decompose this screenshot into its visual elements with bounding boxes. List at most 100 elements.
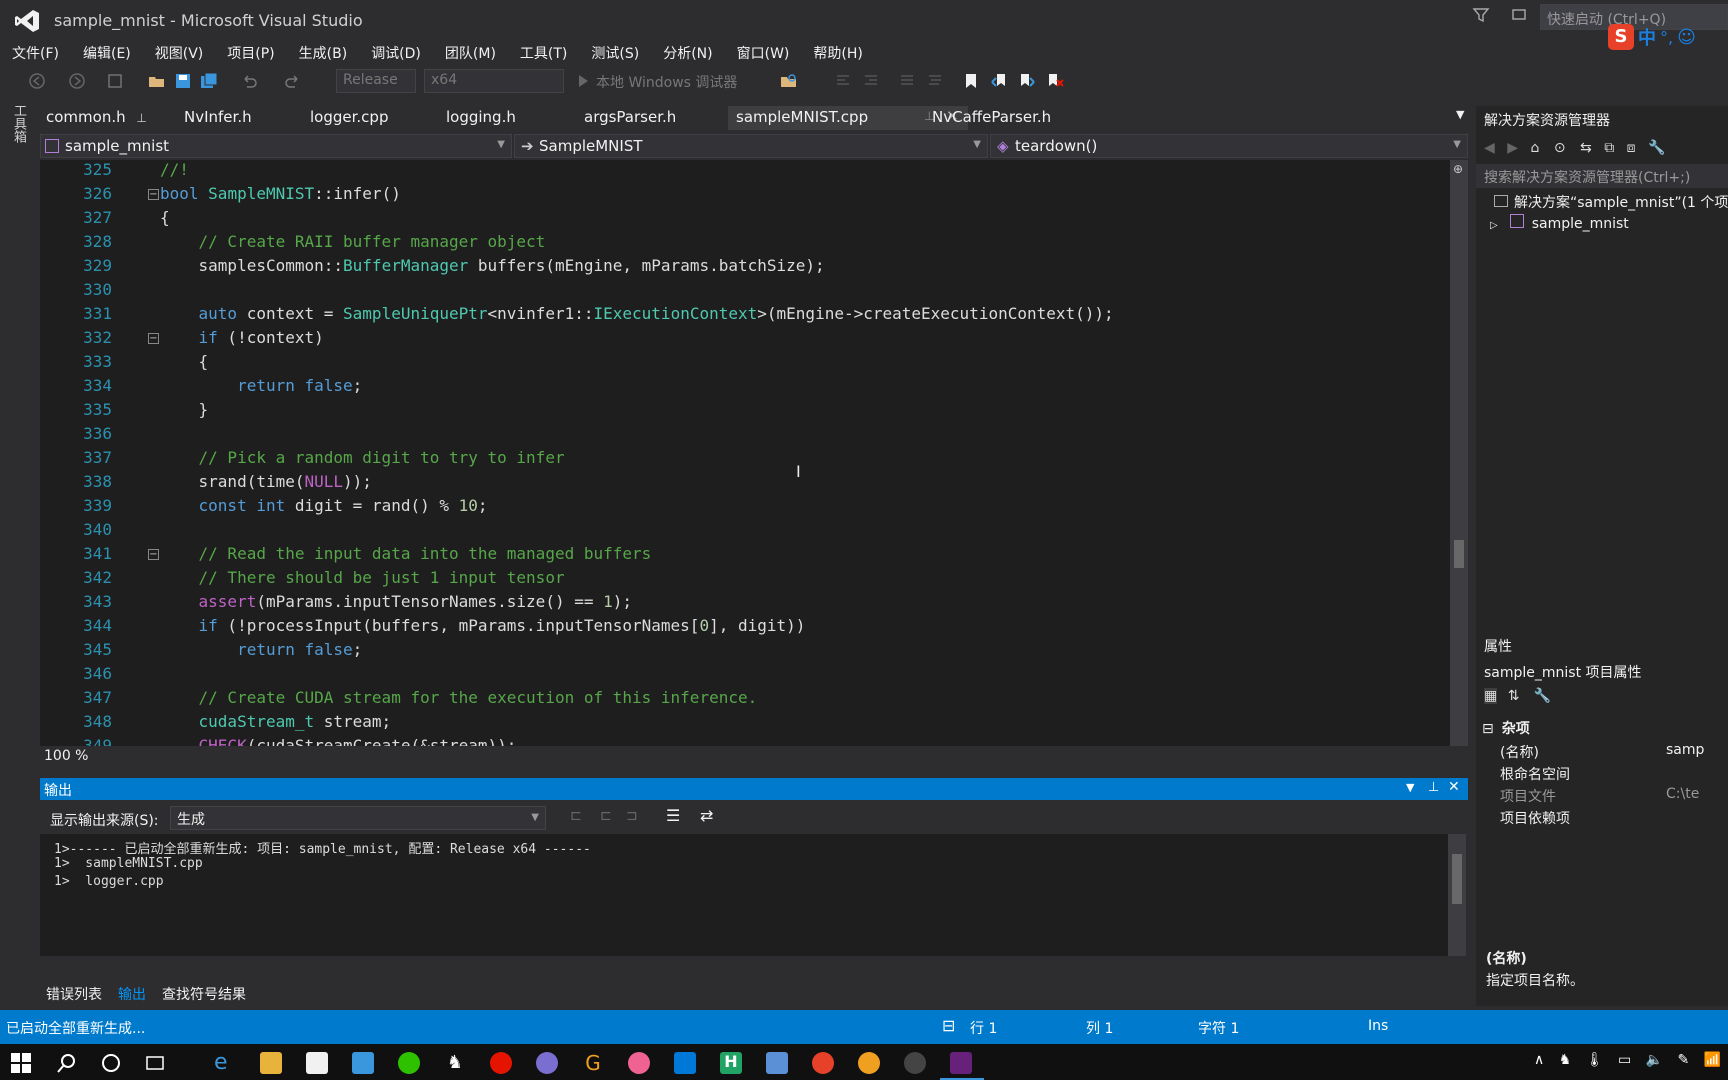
back-icon[interactable] — [28, 72, 46, 90]
pin-icon[interactable]: ⊥ — [1428, 780, 1439, 795]
forward-icon[interactable] — [68, 72, 86, 90]
chrome-canary-icon[interactable] — [858, 1052, 880, 1074]
temperature-icon[interactable]: 🌡 — [1586, 1052, 1604, 1068]
output-vertical-scrollbar[interactable] — [1448, 834, 1466, 956]
fold-collapse-icon[interactable]: − — [148, 333, 159, 344]
show-all-files-icon[interactable]: ⧈ — [1627, 140, 1636, 156]
menu-tools[interactable]: 工具(T) — [508, 40, 579, 64]
expand-arrow-icon[interactable]: ▷ — [1490, 220, 1498, 231]
tray-chevron-up-icon[interactable]: ∧ — [1534, 1052, 1544, 1068]
qq-icon[interactable]: ♞ — [444, 1052, 466, 1074]
color-picker-icon[interactable] — [628, 1052, 650, 1074]
wechat-icon[interactable] — [398, 1052, 420, 1074]
filter-icon[interactable] — [1472, 6, 1490, 24]
store-icon[interactable] — [306, 1052, 328, 1074]
word-wrap-icon[interactable]: ⇄ — [700, 806, 718, 825]
solution-configuration-select[interactable]: Release — [336, 69, 416, 93]
alphabetical-icon[interactable]: ⇅ — [1508, 688, 1520, 704]
menu-analyze[interactable]: 分析(N) — [651, 40, 724, 64]
code-editor[interactable]: 325//! 326 bool SampleMNIST::infer() 327{… — [40, 160, 1450, 746]
volume-icon[interactable]: 🔈 — [1646, 1052, 1663, 1068]
file-explorer-icon[interactable] — [260, 1052, 282, 1074]
cortana-icon[interactable] — [100, 1052, 122, 1074]
property-category[interactable]: ⊟ 杂项 — [1482, 718, 1530, 738]
menu-view[interactable]: 视图(V) — [143, 40, 216, 64]
menu-window[interactable]: 窗口(W) — [725, 40, 802, 64]
align-left-icon[interactable] — [834, 72, 852, 90]
previous-bookmark-icon[interactable] — [990, 72, 1008, 90]
windows-start-icon[interactable] — [10, 1052, 32, 1074]
sync-icon[interactable]: ⇆ — [1580, 140, 1592, 156]
properties-wrench-icon[interactable]: 🔧 — [1648, 140, 1665, 156]
next-bookmark-icon[interactable] — [1018, 72, 1036, 90]
tab-argsparser-h[interactable]: argsParser.h — [576, 106, 684, 130]
project-node[interactable]: ▷ sample_mnist — [1490, 214, 1629, 232]
vscode-icon[interactable] — [674, 1052, 696, 1074]
chrome-icon[interactable] — [812, 1052, 834, 1074]
class-scope-select[interactable]: ➔ SampleMNIST ▼ — [514, 134, 988, 158]
solution-search-input[interactable]: 搜索解决方案资源管理器(Ctrl+;) — [1476, 164, 1728, 188]
hbuilder-icon[interactable]: H — [720, 1052, 742, 1074]
find-in-files-icon[interactable] — [780, 72, 798, 90]
clear-bookmarks-icon[interactable] — [1046, 72, 1064, 90]
editor-horizontal-scrollbar[interactable] — [40, 746, 1468, 766]
task-view-icon[interactable] — [144, 1052, 166, 1074]
pin-icon[interactable]: ⊥ — [136, 111, 146, 125]
tab-overflow-chevron-icon[interactable]: ▼ — [1448, 106, 1472, 130]
search-icon[interactable] — [56, 1052, 78, 1074]
menu-file[interactable]: 文件(F) — [0, 40, 71, 64]
split-editor-icon[interactable]: ⊕ — [1453, 163, 1465, 175]
comment-icon[interactable] — [898, 72, 916, 90]
member-select[interactable]: ◈ teardown() ▼ — [990, 134, 1468, 158]
app-disc-icon[interactable] — [904, 1052, 926, 1074]
goto-error-icon[interactable]: ⊏ — [570, 808, 588, 826]
menu-project[interactable]: 项目(P) — [215, 40, 286, 64]
visual-studio-task-icon[interactable] — [950, 1052, 972, 1074]
app-wing-icon[interactable] — [766, 1052, 788, 1074]
tab-nvcaffeparser-h[interactable]: NvCaffeParser.h — [924, 106, 1059, 130]
property-pages-icon[interactable]: 🔧 — [1534, 688, 1551, 704]
scrollbar-thumb[interactable] — [1454, 540, 1464, 568]
tab-common-h[interactable]: common.h ⊥ — [38, 106, 155, 130]
tab-logging-h[interactable]: logging.h — [438, 106, 524, 130]
forward-icon[interactable]: ▶ — [1507, 140, 1518, 156]
tab-error-list[interactable]: 错误列表 — [40, 982, 108, 1006]
menu-edit[interactable]: 编辑(E) — [71, 40, 143, 64]
system-tray[interactable]: ∧ ♞ 🌡 ▭ 🔈 ✎ 📶 — [1534, 1052, 1721, 1068]
menu-debug[interactable]: 调试(D) — [359, 40, 433, 64]
tab-output[interactable]: 输出 — [112, 982, 152, 1006]
property-row[interactable]: (名称) samp — [1500, 742, 1728, 762]
tab-nvinfer-h[interactable]: NvInfer.h — [176, 106, 260, 130]
scrollbar-thumb[interactable] — [1452, 854, 1462, 904]
menu-build[interactable]: 生成(B) — [287, 40, 360, 64]
undo-icon[interactable] — [240, 72, 258, 90]
start-debugger-label[interactable]: 本地 Windows 调试器 — [596, 72, 737, 92]
fold-collapse-icon[interactable]: − — [148, 549, 159, 560]
property-row[interactable]: 根命名空间 — [1500, 764, 1728, 784]
next-message-icon[interactable]: ⊐ — [626, 808, 644, 826]
align-right-icon[interactable] — [862, 72, 880, 90]
bookmark-icon[interactable] — [962, 72, 980, 90]
home-icon[interactable]: ⌂ — [1530, 140, 1539, 156]
menu-test[interactable]: 测试(S) — [579, 40, 651, 64]
pen-icon[interactable]: ✎ — [1678, 1052, 1690, 1068]
open-file-icon[interactable] — [148, 72, 166, 90]
edge-browser-icon[interactable]: e — [214, 1052, 236, 1074]
uncomment-icon[interactable] — [926, 72, 944, 90]
start-debugging-icon[interactable] — [574, 72, 592, 90]
app-g-icon[interactable]: G — [582, 1052, 604, 1074]
editor-vertical-scrollbar[interactable]: ⊕ — [1450, 160, 1468, 746]
mail-icon[interactable] — [352, 1052, 374, 1074]
save-all-icon[interactable] — [200, 72, 218, 90]
collapse-icon[interactable]: ⊟ — [1482, 721, 1494, 737]
solution-platform-select[interactable]: x64 — [424, 69, 564, 93]
project-scope-select[interactable]: sample_mnist ▼ — [40, 134, 512, 158]
battery-icon[interactable]: ▭ — [1618, 1052, 1631, 1068]
wifi-icon[interactable]: 📶 — [1704, 1052, 1721, 1068]
clear-all-icon[interactable]: ☰ — [666, 806, 684, 825]
panel-menu-chevron-icon[interactable]: ▼ — [1406, 781, 1414, 794]
output-horizontal-scrollbar[interactable] — [40, 958, 1448, 978]
feedback-icon[interactable] — [1510, 6, 1528, 24]
zoom-level-select[interactable]: 100 % — [44, 748, 88, 764]
qq-tray-icon[interactable]: ♞ — [1559, 1052, 1572, 1068]
